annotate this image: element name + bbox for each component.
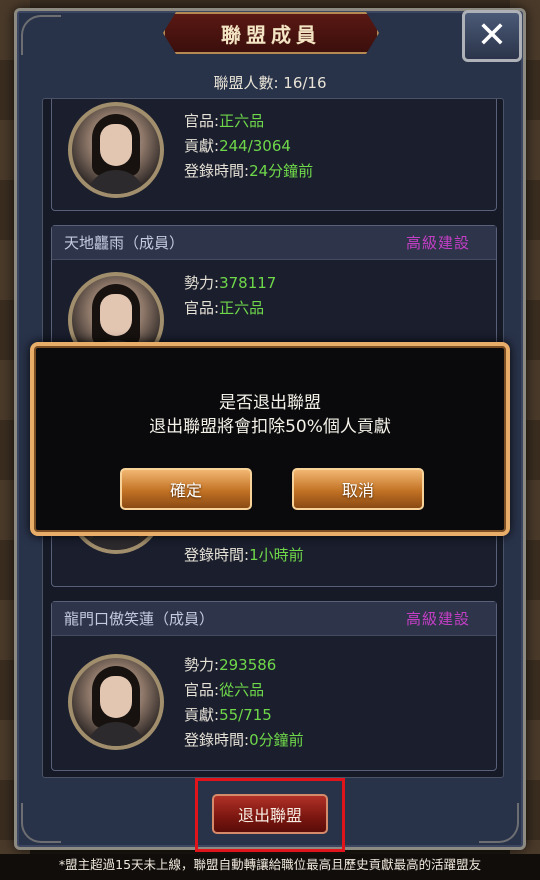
contribution-row: 貢獻: 55/715 [184, 702, 304, 727]
close-button[interactable]: ✕ [462, 10, 522, 62]
leave-alliance-label: 退出聯盟 [237, 806, 302, 825]
rank-value: 正六品 [219, 299, 265, 317]
page-title: 聯盟成員 [221, 22, 321, 47]
contribution-value: 244/3064 [219, 136, 291, 155]
corner-ornament [479, 803, 519, 843]
rank-row: 官品: 從六品 [184, 677, 304, 702]
member-role: 高級建設 [405, 610, 470, 628]
confirm-label: 確定 [169, 481, 202, 500]
member-card[interactable]: 龍門口傲笑蓮（成員） 高級建設 勢力: 293586 官品: 從六品 貢獻: 5… [51, 601, 497, 771]
member-card-header: 天地龘雨（成員） 高級建設 [52, 226, 496, 260]
power-label: 勢力: [184, 274, 220, 292]
confirm-button[interactable]: 確定 [120, 468, 252, 510]
member-stats: 勢力: 293586 官品: 從六品 貢獻: 55/715 登錄時間: 0分鐘前 [184, 652, 304, 752]
power-label: 勢力: [184, 656, 220, 674]
rank-label: 官品: [184, 112, 220, 130]
title-plate: 聯盟成員 [163, 12, 379, 54]
power-value: 378117 [219, 273, 277, 292]
rank-value: 正六品 [219, 112, 265, 130]
avatar [68, 654, 164, 750]
contribution-value: 55/715 [219, 705, 272, 724]
login-row: 登錄時間: 0分鐘前 [184, 727, 304, 752]
leave-alliance-button[interactable]: 退出聯盟 [212, 794, 328, 834]
login-row: 登錄時間: 1小時前 [184, 542, 304, 567]
login-time-value: 24分鐘前 [249, 162, 314, 180]
member-role: 高級建設 [405, 234, 470, 252]
cancel-label: 取消 [341, 481, 374, 500]
login-row: 登錄時間: 24分鐘前 [184, 158, 313, 183]
login-time-value: 1小時前 [249, 546, 304, 564]
rank-value: 從六品 [219, 681, 265, 699]
member-stats: 登錄時間: 1小時前 [184, 542, 304, 567]
cancel-button[interactable]: 取消 [292, 468, 424, 510]
dialog-message: 退出聯盟將會扣除50%個人貢獻 [149, 417, 391, 437]
dialog-title: 是否退出聯盟 [219, 393, 321, 413]
login-time-value: 0分鐘前 [249, 731, 304, 749]
member-name: 天地龘雨（成員） [64, 234, 185, 252]
power-value: 293586 [219, 655, 277, 674]
rank-label: 官品: [184, 681, 220, 699]
rank-row: 官品: 正六品 [184, 295, 276, 320]
footer-note: *盟主超過15天未上線，聯盟自動轉讓給職位最高且歷史貢獻最高的活躍盟友 [0, 854, 540, 880]
member-name: 龍門口傲笑蓮（成員） [64, 610, 215, 628]
power-row: 勢力: 293586 [184, 652, 304, 677]
member-count: 聯盟人數: 16/16 [213, 74, 327, 92]
rank-label: 官品: [184, 299, 220, 317]
rank-row: 官品: 正六品 [184, 108, 313, 133]
contribution-label: 貢獻: [184, 137, 220, 155]
member-stats: 官品: 正六品 貢獻: 244/3064 登錄時間: 24分鐘前 [184, 108, 313, 183]
leave-confirm-dialog: 是否退出聯盟 退出聯盟將會扣除50%個人貢獻 確定 取消 [30, 342, 510, 536]
close-icon: ✕ [476, 15, 508, 56]
corner-ornament [21, 15, 61, 55]
avatar [68, 102, 164, 198]
member-stats: 勢力: 378117 官品: 正六品 [184, 270, 276, 320]
contribution-row: 貢獻: 244/3064 [184, 133, 313, 158]
contribution-label: 貢獻: [184, 706, 220, 724]
member-card[interactable]: 官品: 正六品 貢獻: 244/3064 登錄時間: 24分鐘前 [51, 99, 497, 211]
login-time-label: 登錄時間: [184, 162, 250, 180]
power-row: 勢力: 378117 [184, 270, 276, 295]
member-card-header: 龍門口傲笑蓮（成員） 高級建設 [52, 602, 496, 636]
login-time-label: 登錄時間: [184, 731, 250, 749]
login-time-label: 登錄時間: [184, 546, 250, 564]
corner-ornament [21, 803, 61, 843]
